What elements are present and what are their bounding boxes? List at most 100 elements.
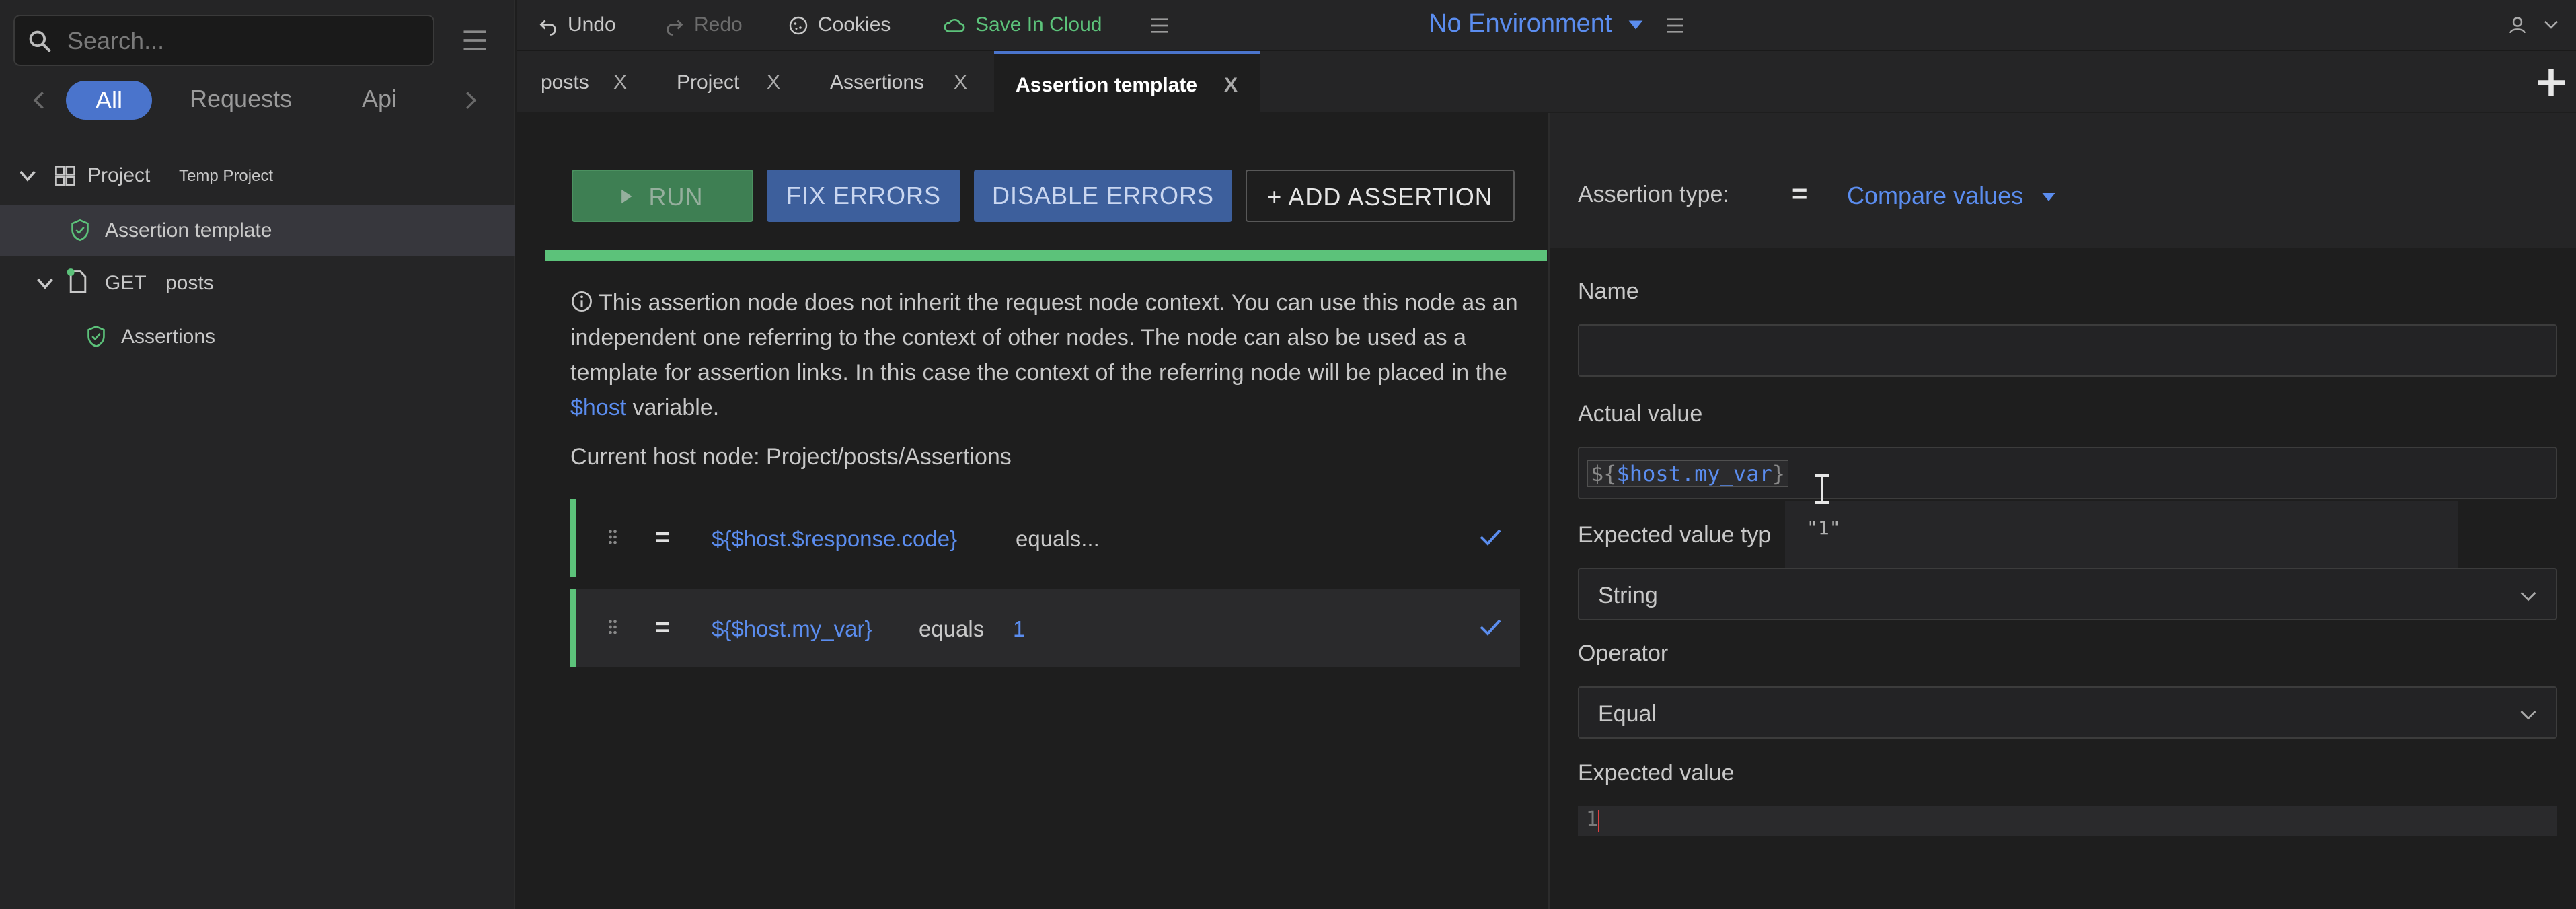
chevron-right-icon[interactable] — [464, 90, 479, 110]
chevron-down-icon[interactable] — [2542, 17, 2560, 32]
undo-label: Undo — [568, 13, 616, 36]
redo-icon — [667, 20, 683, 36]
expression-suffix: } — [1772, 461, 1785, 486]
autocomplete-item[interactable]: "1" — [1807, 517, 1841, 539]
assertion-type-header — [1550, 113, 2576, 248]
environment-select[interactable]: No Environment — [1429, 9, 1644, 38]
undo-button[interactable]: Undo — [538, 13, 616, 36]
line-number: 1 — [1586, 807, 1599, 831]
tab-close-button[interactable]: X — [954, 71, 967, 94]
info-text-end: variable. — [626, 395, 720, 421]
sidebar-menu-icon[interactable] — [460, 24, 490, 57]
tree-item-assertions[interactable]: Assertions — [0, 311, 515, 362]
expected-value-type-value: String — [1598, 583, 1658, 608]
tab-posts[interactable]: posts X — [517, 51, 651, 112]
request-method: GET — [105, 272, 147, 294]
assertion-row[interactable]: = ${$host.my_var} equals 1 — [570, 589, 1520, 667]
filter-api-button[interactable]: Api — [362, 85, 397, 113]
name-input[interactable] — [1578, 324, 2557, 377]
cookies-button[interactable]: Cookies — [788, 13, 891, 36]
progress-bar — [545, 250, 1547, 261]
current-host-node: Current host node: Project/posts/Asserti… — [570, 444, 1012, 470]
assertion-operator: equals — [919, 616, 985, 641]
chevron-down-icon[interactable] — [35, 273, 55, 293]
environment-label: No Environment — [1429, 9, 1612, 38]
operator-label: Operator — [1578, 641, 1669, 666]
undo-icon — [539, 20, 556, 36]
sidebar: Search... All Requests Api Project Temp … — [0, 0, 515, 909]
operator-select[interactable]: Equal — [1578, 686, 2557, 739]
expression-prefix: ${ — [1591, 461, 1617, 486]
expected-value-type-select[interactable]: String — [1578, 568, 2557, 620]
actual-value-input[interactable]: ${$host.my_var} — [1578, 447, 2557, 499]
redo-label: Redo — [694, 13, 743, 36]
run-label: RUN — [648, 183, 704, 211]
menu-icon[interactable] — [1149, 15, 1170, 36]
tree-item-get-posts[interactable]: GET posts — [0, 257, 515, 308]
search-input[interactable]: Search... — [13, 15, 434, 66]
shield-check-icon — [71, 219, 89, 242]
tab-close-button[interactable]: X — [767, 71, 780, 94]
tab-close-button[interactable]: X — [613, 71, 627, 94]
tab-assertions[interactable]: Assertions X — [792, 51, 981, 112]
assertion-expression: ${$host.$response.code} — [712, 526, 958, 551]
fix-errors-label: FIX ERRORS — [786, 182, 942, 209]
tab-label: Project — [677, 71, 740, 94]
assertion-expression: ${$host.my_var} — [712, 616, 872, 641]
assertion-row[interactable]: = ${$host.$response.code} equals... — [570, 499, 1520, 577]
search-icon — [29, 30, 51, 52]
actual-value-label: Actual value — [1578, 401, 1703, 427]
add-assertion-label: + ADD ASSERTION — [1267, 183, 1493, 211]
drag-handle-icon[interactable] — [608, 619, 617, 635]
assertion-type-symbol: = — [1792, 179, 1808, 209]
text-cursor-icon — [1815, 474, 1829, 504]
toolbar: Undo Redo Cookies Save In Cloud No Envir… — [517, 0, 2576, 51]
caret-down-icon — [1628, 20, 1643, 30]
filter-requests-button[interactable]: Requests — [190, 85, 292, 113]
tree-item-assertion-template[interactable]: Assertion template — [0, 205, 515, 256]
tab-bar: posts X Project X Assertions X Assertion… — [517, 51, 2576, 112]
cloud-icon — [944, 19, 965, 32]
info-message: This assertion node does not inherit the… — [570, 285, 1525, 425]
tree-item-project[interactable]: Project Temp Project — [0, 149, 515, 201]
disable-errors-button[interactable]: DISABLE ERRORS — [974, 170, 1232, 222]
assertion-type-value: Compare values — [1847, 182, 2024, 209]
filter-all-button[interactable]: All — [66, 81, 152, 120]
autocomplete-popup: "1" — [1785, 501, 2458, 572]
tree-item-label: posts — [165, 272, 214, 294]
fix-errors-button[interactable]: FIX ERRORS — [767, 170, 960, 222]
check-icon — [1480, 619, 1501, 636]
tab-label: posts — [541, 71, 589, 94]
user-icon[interactable] — [2507, 15, 2528, 35]
expected-value-type-label: Expected value typ — [1578, 522, 1772, 548]
host-variable-link: $host — [570, 395, 627, 421]
redo-button[interactable]: Redo — [665, 13, 743, 36]
save-in-cloud-button[interactable]: Save In Cloud — [943, 13, 1102, 36]
cookie-icon — [789, 16, 808, 35]
chevron-left-icon[interactable] — [31, 90, 46, 110]
add-tab-icon[interactable] — [2534, 66, 2568, 100]
search-placeholder: Search... — [67, 27, 165, 54]
assertion-type-select[interactable]: Compare values — [1847, 182, 2057, 210]
caret-down-icon — [2042, 193, 2055, 202]
save-label: Save In Cloud — [975, 13, 1102, 36]
tree-item-label: Assertions — [121, 326, 216, 348]
chevron-down-icon[interactable] — [17, 166, 38, 186]
chevron-down-icon — [2520, 592, 2536, 602]
drag-handle-icon[interactable] — [608, 529, 617, 545]
tab-close-button[interactable]: X — [1224, 74, 1238, 97]
tab-assertion-template[interactable]: Assertion template X — [994, 51, 1260, 112]
environment-menu-icon[interactable] — [1664, 15, 1685, 36]
tree-item-label: Project — [87, 164, 151, 186]
assertion-type-label: Assertion type: — [1578, 182, 1729, 207]
operator-value: Equal — [1598, 701, 1657, 727]
expression-variable: $host.my_var — [1616, 461, 1772, 486]
info-icon — [572, 291, 592, 312]
tab-project[interactable]: Project X — [651, 51, 792, 112]
info-text-start: This assertion node does not inherit the… — [570, 290, 1518, 386]
expected-value-editor[interactable]: 1 — [1578, 806, 2557, 836]
disable-errors-label: DISABLE ERRORS — [991, 182, 1215, 209]
add-assertion-button[interactable]: + ADD ASSERTION — [1246, 170, 1515, 222]
assertion-type-symbol: = — [655, 523, 671, 552]
run-button[interactable]: RUN — [572, 170, 753, 222]
